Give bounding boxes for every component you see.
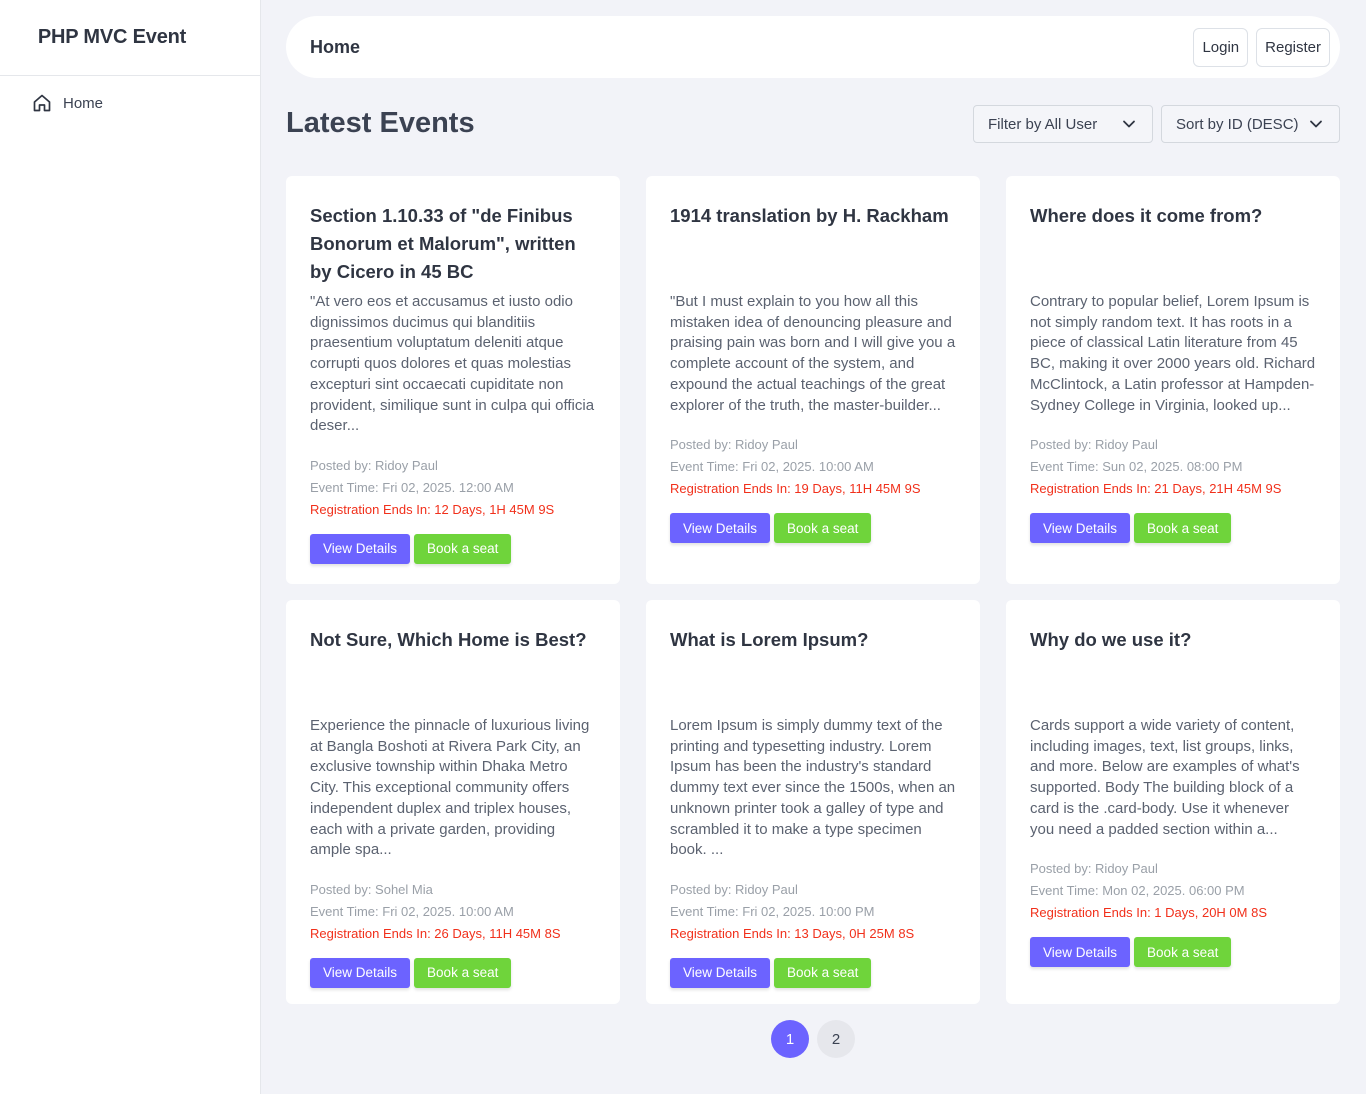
event-title: 1914 translation by H. Rackham: [670, 205, 949, 226]
event-actions: View Details Book a seat: [670, 957, 956, 988]
brand-logo[interactable]: PHP MVC Event: [0, 0, 260, 76]
events-header: Latest Events Filter by All User Sort by…: [286, 94, 1340, 152]
sort-value: Sort by ID (DESC): [1176, 115, 1299, 133]
event-card: Section 1.10.33 of "de Finibus Bonorum e…: [286, 176, 620, 584]
page-2-button[interactable]: 2: [817, 1020, 855, 1058]
book-seat-button[interactable]: Book a seat: [414, 533, 512, 564]
event-excerpt: Cards support a wide variety of content,…: [1030, 717, 1300, 838]
event-actions: View Details Book a seat: [310, 957, 596, 988]
event-meta: Posted by: Ridoy Paul Event Time: Fri 02…: [670, 879, 956, 945]
view-details-button[interactable]: View Details: [1030, 937, 1131, 968]
event-card: 1914 translation by H. Rackham "But I mu…: [646, 176, 980, 584]
book-seat-button[interactable]: Book a seat: [1134, 937, 1232, 968]
brand-name: PHP MVC Event: [37, 26, 187, 48]
event-excerpt: "But I must explain to you how all this …: [670, 293, 956, 414]
home-icon: [33, 94, 51, 112]
event-posted-by: Posted by: Ridoy Paul: [670, 437, 798, 453]
event-time: Event Time: Fri 02, 2025. 10:00 AM: [670, 459, 874, 475]
user-filter-select[interactable]: Filter by All User: [973, 105, 1153, 143]
book-seat-button[interactable]: Book a seat: [1134, 513, 1232, 544]
page-breadcrumb: Home: [310, 36, 361, 57]
register-button[interactable]: Register: [1256, 27, 1330, 67]
event-time: Event Time: Fri 02, 2025. 12:00 AM: [310, 479, 514, 495]
view-details-button[interactable]: View Details: [1030, 513, 1131, 544]
event-excerpt: Experience the pinnacle of luxurious liv…: [310, 717, 590, 859]
registration-countdown: Registration Ends In: 26 Days, 11H 45M 8…: [310, 925, 561, 941]
filter-bar: Filter by All User Sort by ID (DESC): [973, 105, 1340, 143]
event-actions: View Details Book a seat: [310, 533, 596, 564]
event-meta: Posted by: Ridoy Paul Event Time: Mon 02…: [1030, 858, 1316, 924]
login-button[interactable]: Login: [1193, 27, 1249, 67]
sidebar-item-label: Home: [63, 94, 104, 112]
book-seat-button[interactable]: Book a seat: [774, 513, 872, 544]
main-content: Home Login Register Latest Events Filter…: [286, 0, 1340, 1058]
page-1-button[interactable]: 1: [771, 1020, 809, 1058]
event-card: Why do we use it? Cards support a wide v…: [1006, 600, 1340, 1004]
auth-actions: Login Register: [1193, 27, 1330, 67]
event-excerpt: Contrary to popular belief, Lorem Ipsum …: [1030, 293, 1316, 414]
chevron-down-icon: [1123, 120, 1135, 128]
event-card: Where does it come from? Contrary to pop…: [1006, 176, 1340, 584]
top-navbar: Home Login Register: [286, 16, 1340, 78]
event-time: Event Time: Mon 02, 2025. 06:00 PM: [1030, 883, 1245, 899]
view-details-button[interactable]: View Details: [310, 533, 411, 564]
sort-select[interactable]: Sort by ID (DESC): [1161, 105, 1340, 143]
event-title: What is Lorem Ipsum?: [670, 629, 869, 650]
event-posted-by: Posted by: Sohel Mia: [310, 881, 433, 897]
event-posted-by: Posted by: Ridoy Paul: [1030, 437, 1158, 453]
event-posted-by: Posted by: Ridoy Paul: [310, 457, 438, 473]
book-seat-button[interactable]: Book a seat: [774, 957, 872, 988]
event-time: Event Time: Fri 02, 2025. 10:00 AM: [310, 903, 514, 919]
event-title: Not Sure, Which Home is Best?: [310, 629, 587, 650]
event-actions: View Details Book a seat: [1030, 513, 1316, 544]
page-title: Latest Events: [286, 106, 475, 139]
events-grid: Section 1.10.33 of "de Finibus Bonorum e…: [286, 176, 1340, 1004]
event-actions: View Details Book a seat: [670, 513, 956, 544]
event-title: Why do we use it?: [1030, 629, 1192, 650]
event-title: Where does it come from?: [1030, 205, 1263, 226]
book-seat-button[interactable]: Book a seat: [414, 957, 512, 988]
event-excerpt: Lorem Ipsum is simply dummy text of the …: [670, 717, 956, 859]
event-time: Event Time: Fri 02, 2025. 10:00 PM: [670, 903, 875, 919]
registration-countdown: Registration Ends In: 13 Days, 0H 25M 8S: [670, 925, 915, 941]
event-posted-by: Posted by: Ridoy Paul: [670, 881, 798, 897]
pagination: 1 2: [286, 1020, 1340, 1058]
event-card: What is Lorem Ipsum? Lorem Ipsum is simp…: [646, 600, 980, 1004]
user-filter-value: Filter by All User: [988, 115, 1098, 133]
event-posted-by: Posted by: Ridoy Paul: [1030, 861, 1158, 877]
chevron-down-icon: [1310, 120, 1322, 128]
registration-countdown: Registration Ends In: 1 Days, 20H 0M 8S: [1030, 905, 1268, 921]
view-details-button[interactable]: View Details: [670, 957, 771, 988]
view-details-button[interactable]: View Details: [310, 957, 411, 988]
view-details-button[interactable]: View Details: [670, 513, 771, 544]
registration-countdown: Registration Ends In: 12 Days, 1H 45M 9S: [310, 501, 555, 517]
event-meta: Posted by: Ridoy Paul Event Time: Fri 02…: [670, 434, 956, 500]
registration-countdown: Registration Ends In: 19 Days, 11H 45M 9…: [670, 481, 921, 497]
sidebar: PHP MVC Event Home: [0, 0, 261, 1094]
event-excerpt: "At vero eos et accusamus et iusto odio …: [310, 293, 595, 435]
event-time: Event Time: Sun 02, 2025. 08:00 PM: [1030, 459, 1243, 475]
event-meta: Posted by: Ridoy Paul Event Time: Fri 02…: [310, 455, 596, 521]
event-meta: Posted by: Sohel Mia Event Time: Fri 02,…: [310, 879, 596, 945]
event-title: Section 1.10.33 of "de Finibus Bonorum e…: [310, 205, 576, 282]
registration-countdown: Registration Ends In: 21 Days, 21H 45M 9…: [1030, 481, 1282, 497]
event-meta: Posted by: Ridoy Paul Event Time: Sun 02…: [1030, 434, 1316, 500]
event-card: Not Sure, Which Home is Best? Experience…: [286, 600, 620, 1004]
sidebar-item-home[interactable]: Home: [0, 76, 260, 130]
event-actions: View Details Book a seat: [1030, 937, 1316, 968]
